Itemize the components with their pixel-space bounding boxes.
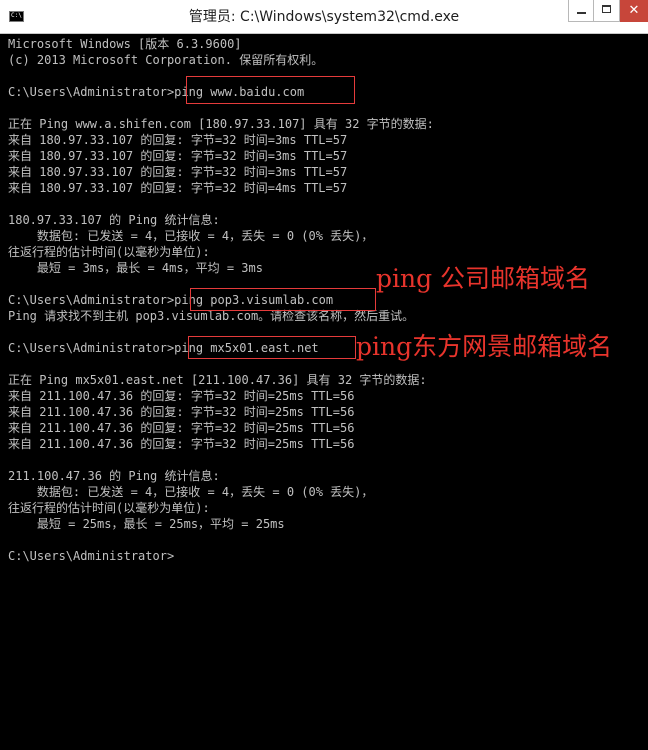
title-bar[interactable]: C:\ 管理员: C:\Windows\system32\cmd.exe ✕ <box>0 0 648 34</box>
close-button[interactable]: ✕ <box>620 0 648 22</box>
console-line: 数据包: 已发送 = 4，已接收 = 4，丢失 = 0 (0% 丢失)， <box>8 485 374 499</box>
console-line: 最短 = 3ms，最长 = 4ms，平均 = 3ms <box>8 261 263 275</box>
console-output[interactable]: Microsoft Windows [版本 6.3.9600] (c) 2013… <box>0 34 648 750</box>
console-line: 往返行程的估计时间(以毫秒为单位): <box>8 501 210 515</box>
console-line: 来自 211.100.47.36 的回复: 字节=32 时间=25ms TTL=… <box>8 389 355 403</box>
console-line: 211.100.47.36 的 Ping 统计信息: <box>8 469 220 483</box>
console-line: 180.97.33.107 的 Ping 统计信息: <box>8 213 220 227</box>
minimize-icon <box>577 12 586 14</box>
console-line: 来自 211.100.47.36 的回复: 字节=32 时间=25ms TTL=… <box>8 437 355 451</box>
console-line: 来自 211.100.47.36 的回复: 字节=32 时间=25ms TTL=… <box>8 421 355 435</box>
console-line: 最短 = 25ms，最长 = 25ms，平均 = 25ms <box>8 517 285 531</box>
close-icon: ✕ <box>628 3 640 18</box>
annotation-company-mail-domain: ping 公司邮箱域名 <box>376 264 591 293</box>
console-line: 数据包: 已发送 = 4，已接收 = 4，丢失 = 0 (0% 丢失)， <box>8 229 374 243</box>
highlight-box-mx <box>188 336 356 359</box>
console-line: 来自 180.97.33.107 的回复: 字节=32 时间=3ms TTL=5… <box>8 149 348 163</box>
console-line: 来自 180.97.33.107 的回复: 字节=32 时间=3ms TTL=5… <box>8 133 348 147</box>
console-line: 正在 Ping mx5x01.east.net [211.100.47.36] … <box>8 373 427 387</box>
console-line: 正在 Ping www.a.shifen.com [180.97.33.107]… <box>8 117 434 131</box>
highlight-box-baidu <box>186 76 355 104</box>
highlight-box-pop3 <box>190 288 376 311</box>
console-line: 来自 180.97.33.107 的回复: 字节=32 时间=3ms TTL=5… <box>8 165 348 179</box>
console-line: Microsoft Windows [版本 6.3.9600] <box>8 37 242 51</box>
cmd-window: C:\ 管理员: C:\Windows\system32\cmd.exe ✕ M… <box>0 0 648 750</box>
console-line: 往返行程的估计时间(以毫秒为单位): <box>8 245 210 259</box>
maximize-icon <box>602 5 611 13</box>
console-line: 来自 211.100.47.36 的回复: 字节=32 时间=25ms TTL=… <box>8 405 355 419</box>
annotation-east-net-mail-domain: ping东方网景邮箱域名 <box>356 332 613 361</box>
console-line: (c) 2013 Microsoft Corporation. 保留所有权利。 <box>8 53 324 67</box>
minimize-button[interactable] <box>568 0 594 22</box>
window-title: 管理员: C:\Windows\system32\cmd.exe <box>188 9 460 25</box>
console-line: 来自 180.97.33.107 的回复: 字节=32 时间=4ms TTL=5… <box>8 181 348 195</box>
maximize-button[interactable] <box>594 0 620 22</box>
console-prompt: C:\Users\Administrator> <box>8 549 175 563</box>
